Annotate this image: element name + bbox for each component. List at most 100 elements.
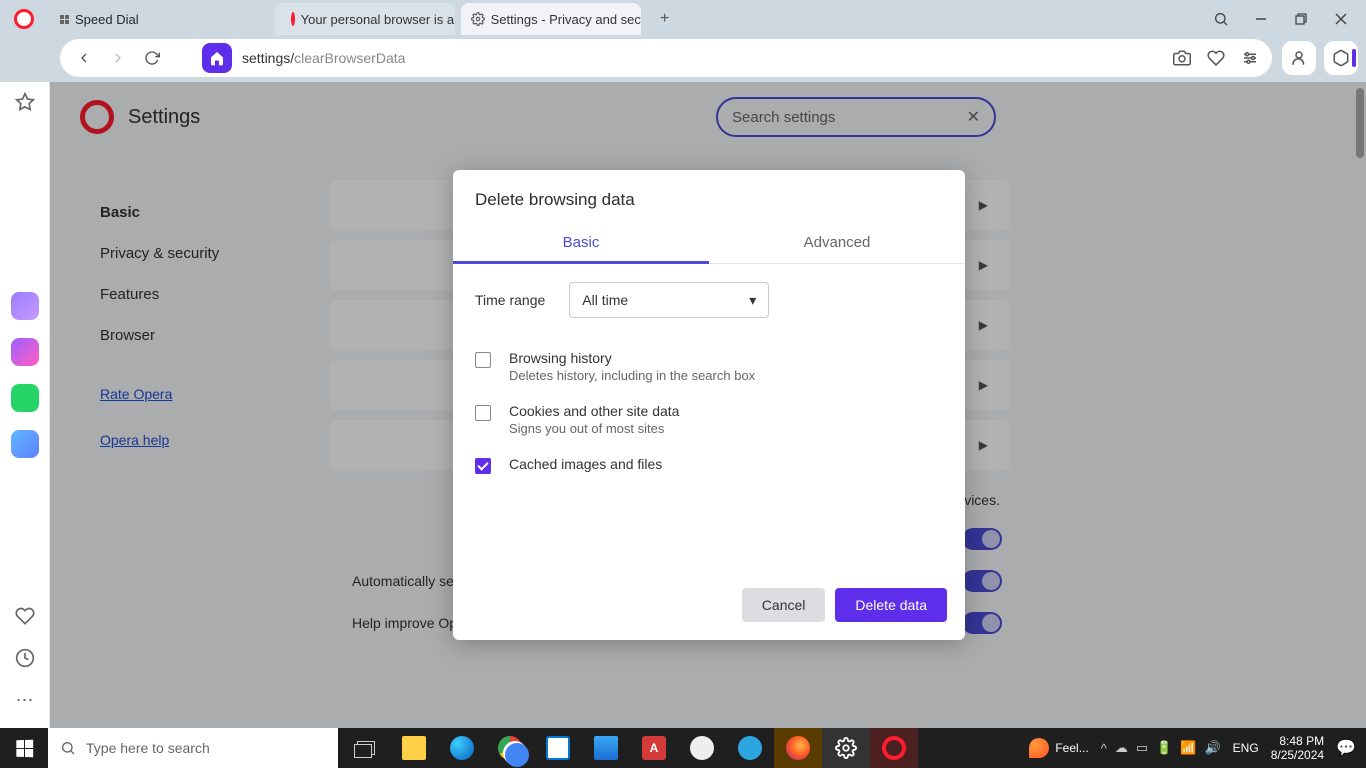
mail-icon[interactable] xyxy=(582,728,630,768)
weather-text: Feel... xyxy=(1055,741,1088,755)
store-icon[interactable] xyxy=(534,728,582,768)
battery-icon[interactable]: 🔋 xyxy=(1156,740,1172,756)
wifi-icon[interactable]: 📶 xyxy=(1180,740,1196,756)
start-button[interactable] xyxy=(0,728,48,768)
delete-data-button[interactable]: Delete data xyxy=(835,588,947,622)
forward-button[interactable] xyxy=(104,44,132,72)
notifications-icon[interactable]: 💬 xyxy=(1336,738,1356,758)
telegram-icon[interactable] xyxy=(726,728,774,768)
delete-browsing-data-dialog: Delete browsing data Basic Advanced Time… xyxy=(453,170,965,640)
option-subtitle: Deletes history, including in the search… xyxy=(509,368,755,383)
weather-icon xyxy=(1029,738,1049,758)
option-browsing-history[interactable]: Browsing history Deletes history, includ… xyxy=(475,340,943,393)
volume-icon[interactable]: 🔊 xyxy=(1204,740,1220,756)
dialog-body: Time range All time ▾ Browsing history D… xyxy=(453,264,965,576)
gear-icon xyxy=(835,737,857,759)
language-indicator[interactable]: ENG xyxy=(1233,741,1259,755)
profile-button[interactable] xyxy=(1282,41,1316,75)
app-circle-icon[interactable] xyxy=(678,728,726,768)
edge-icon[interactable] xyxy=(438,728,486,768)
firefox-icon[interactable] xyxy=(774,728,822,768)
time-range-label: Time range xyxy=(475,292,545,308)
speed-dial-label: Speed Dial xyxy=(75,12,139,27)
windows-logo-icon xyxy=(16,739,33,757)
whatsapp-app-icon[interactable] xyxy=(11,384,39,412)
address-icons xyxy=(1170,46,1262,70)
star-icon[interactable] xyxy=(11,88,39,116)
window-titlebar: Speed Dial Your personal browser is a Se… xyxy=(0,0,1366,38)
gear-icon xyxy=(471,12,485,26)
task-view-icon[interactable] xyxy=(342,728,390,768)
time-range-row: Time range All time ▾ xyxy=(475,282,943,318)
opera-favicon-icon xyxy=(291,12,295,26)
history-icon[interactable] xyxy=(11,644,39,672)
home-button[interactable] xyxy=(202,43,232,73)
back-button[interactable] xyxy=(70,44,98,72)
dialog-tabs: Basic Advanced xyxy=(453,224,965,264)
time-range-select[interactable]: All time ▾ xyxy=(569,282,769,318)
tabs-row: Speed Dial Your personal browser is a Se… xyxy=(50,3,677,35)
tray-icons[interactable]: ^ ☁ ▭ 🔋 📶 🔊 xyxy=(1101,740,1221,756)
speed-dial-button[interactable]: Speed Dial xyxy=(50,12,149,27)
settings-app-icon[interactable] xyxy=(822,728,870,768)
tab-label: Your personal browser is a xyxy=(301,12,454,27)
chrome-icon[interactable] xyxy=(486,728,534,768)
checkbox-unchecked[interactable] xyxy=(475,405,491,421)
search-icon xyxy=(60,740,76,756)
checkbox-unchecked[interactable] xyxy=(475,352,491,368)
chevron-up-icon[interactable]: ^ xyxy=(1101,741,1107,756)
checkbox-checked[interactable] xyxy=(475,458,491,474)
grid-icon xyxy=(60,15,69,24)
tab-personal-browser[interactable]: Your personal browser is a xyxy=(275,3,455,35)
cloud-icon[interactable]: ☁ xyxy=(1115,740,1128,756)
taskbar-search[interactable]: Type here to search xyxy=(48,728,338,768)
meet-icon[interactable]: ▭ xyxy=(1136,740,1148,756)
tab-settings[interactable]: Settings - Privacy and sec xyxy=(461,3,641,35)
pinboards-icon[interactable] xyxy=(11,602,39,630)
url-text: settings/clearBrowserData xyxy=(242,50,405,66)
option-subtitle: Signs you out of most sites xyxy=(509,421,679,436)
time-range-value: All time xyxy=(582,292,628,308)
left-sidebar: ⋯ xyxy=(0,82,50,728)
taskbar-apps: A xyxy=(342,728,918,768)
snapshot-icon[interactable] xyxy=(1170,46,1194,70)
messenger-app-icon[interactable] xyxy=(11,338,39,366)
new-tab-button[interactable]: + xyxy=(653,7,677,31)
music-app-icon[interactable] xyxy=(11,430,39,458)
search-placeholder: Type here to search xyxy=(86,740,210,756)
opera-taskbar-icon[interactable] xyxy=(870,728,918,768)
clock[interactable]: 8:48 PM 8/25/2024 xyxy=(1271,734,1324,763)
chevron-down-icon: ▾ xyxy=(749,292,756,309)
heart-icon[interactable] xyxy=(1204,46,1228,70)
cancel-button[interactable]: Cancel xyxy=(742,588,826,622)
weather-widget[interactable]: Feel... xyxy=(1029,738,1088,758)
reload-button[interactable] xyxy=(138,44,166,72)
extensions-button[interactable] xyxy=(1324,41,1358,75)
address-bar[interactable]: settings/clearBrowserData xyxy=(60,39,1272,77)
option-cached-images[interactable]: Cached images and files xyxy=(475,446,943,484)
option-cookies[interactable]: Cookies and other site data Signs you ou… xyxy=(475,393,943,446)
minimize-button[interactable] xyxy=(1248,6,1274,32)
window-controls xyxy=(1196,0,1366,38)
option-title: Cookies and other site data xyxy=(509,403,679,419)
windows-taskbar: Type here to search A Feel... ^ ☁ ▭ 🔋 📶 … xyxy=(0,728,1366,768)
app-a-icon[interactable]: A xyxy=(630,728,678,768)
option-title: Browsing history xyxy=(509,350,755,366)
tab-basic[interactable]: Basic xyxy=(453,224,709,263)
date-text: 8/25/2024 xyxy=(1271,748,1324,762)
file-explorer-icon[interactable] xyxy=(390,728,438,768)
tab-label: Settings - Privacy and sec xyxy=(491,12,641,27)
option-title: Cached images and files xyxy=(509,456,662,472)
more-icon[interactable]: ⋯ xyxy=(11,686,39,714)
close-button[interactable] xyxy=(1328,6,1354,32)
search-tabs-button[interactable] xyxy=(1208,6,1234,32)
system-tray: Feel... ^ ☁ ▭ 🔋 📶 🔊 ENG 8:48 PM 8/25/202… xyxy=(1029,734,1366,763)
aria-app-icon[interactable] xyxy=(11,292,39,320)
dialog-footer: Cancel Delete data xyxy=(453,576,965,640)
maximize-button[interactable] xyxy=(1288,6,1314,32)
easy-setup-icon[interactable] xyxy=(1238,46,1262,70)
bookmarks-icon[interactable] xyxy=(11,18,39,46)
indicator-bar xyxy=(1352,49,1356,67)
dialog-title: Delete browsing data xyxy=(453,170,965,224)
tab-advanced[interactable]: Advanced xyxy=(709,224,965,263)
